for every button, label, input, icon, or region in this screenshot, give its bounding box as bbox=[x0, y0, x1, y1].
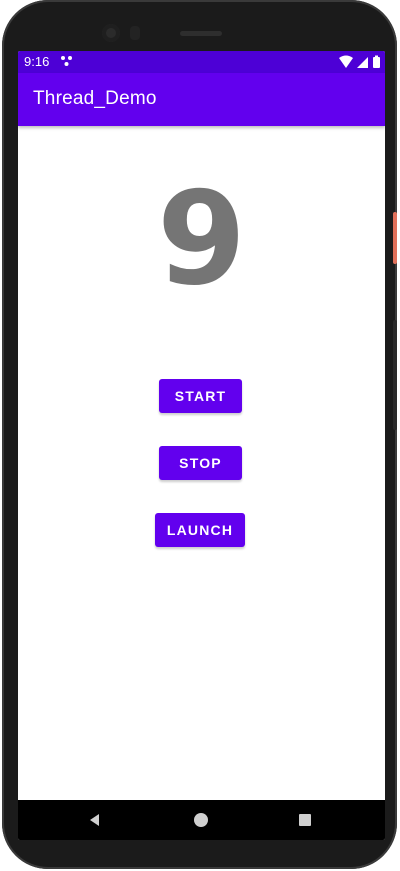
power-button bbox=[393, 212, 397, 264]
home-circle-icon[interactable] bbox=[194, 813, 208, 827]
recents-square-icon[interactable] bbox=[299, 814, 311, 826]
battery-icon bbox=[373, 55, 380, 68]
navigation-bar bbox=[18, 800, 385, 840]
notification-dots-icon bbox=[61, 56, 72, 66]
status-bar: 9:16 bbox=[18, 51, 385, 73]
screen: 9:16 Thread_Demo 9 START STOP LAUNCH bbox=[18, 51, 385, 840]
start-button[interactable]: START bbox=[159, 379, 242, 413]
stop-button[interactable]: STOP bbox=[159, 446, 242, 480]
wifi-icon bbox=[339, 55, 353, 68]
sensor-icon bbox=[130, 26, 140, 40]
signal-icon bbox=[357, 57, 368, 68]
phone-frame: 9:16 Thread_Demo 9 START STOP LAUNCH bbox=[2, 0, 397, 869]
front-camera-icon bbox=[102, 24, 120, 42]
counter-display: 9 bbox=[156, 165, 247, 314]
app-bar: Thread_Demo bbox=[18, 73, 385, 126]
launch-button[interactable]: LAUNCH bbox=[155, 513, 245, 547]
back-triangle-icon[interactable] bbox=[88, 813, 102, 827]
earpiece-speaker bbox=[180, 31, 222, 36]
app-title: Thread_Demo bbox=[33, 88, 157, 109]
volume-button bbox=[393, 320, 397, 430]
status-icons bbox=[339, 55, 380, 68]
status-time: 9:16 bbox=[24, 54, 50, 69]
